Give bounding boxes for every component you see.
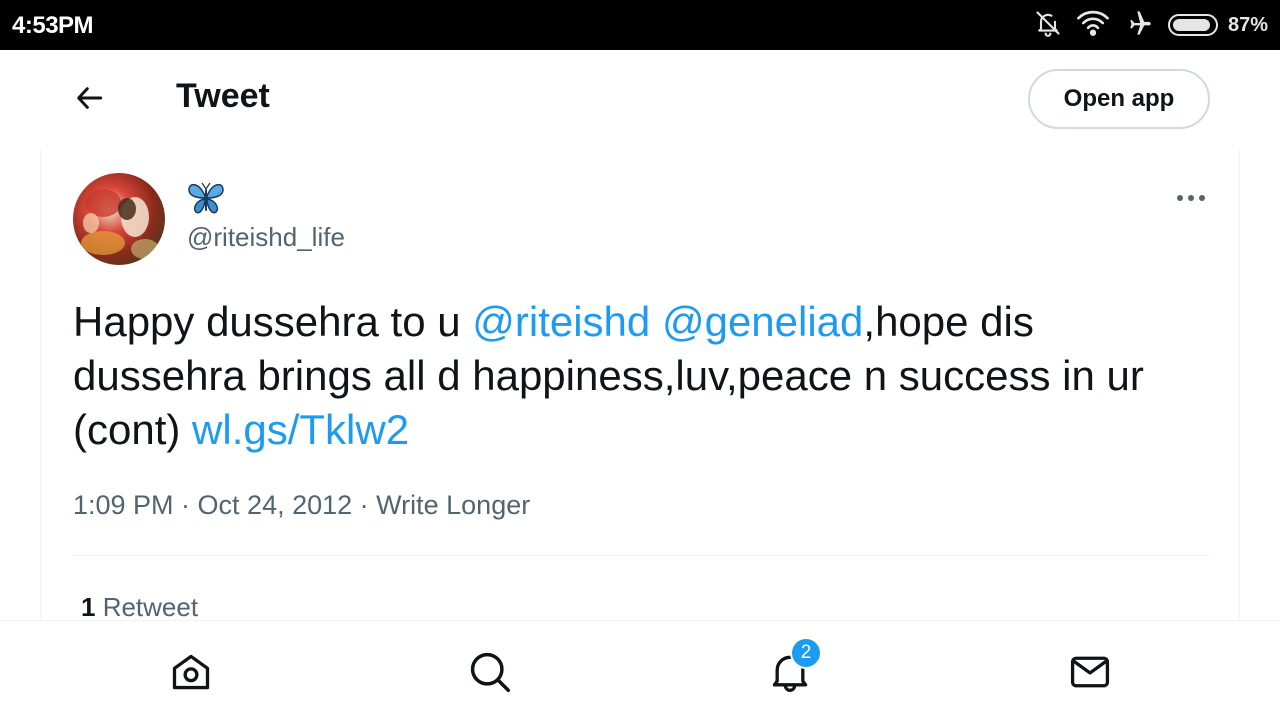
- more-options-button[interactable]: [1171, 184, 1211, 212]
- status-time: 4:53PM: [12, 12, 94, 39]
- battery-icon: [1167, 14, 1218, 36]
- user-handle[interactable]: @riteishd_life: [187, 222, 345, 253]
- notification-badge: 2: [790, 637, 822, 669]
- messages-icon: [1070, 656, 1110, 688]
- back-button[interactable]: [70, 78, 110, 118]
- more-horizontal-icon: [1177, 195, 1205, 201]
- bell-off-icon: [1034, 9, 1062, 42]
- home-icon: [172, 654, 210, 690]
- bottom-navigation: 2: [0, 620, 1280, 720]
- mention-link[interactable]: @geneliad: [662, 298, 863, 345]
- airplane-mode-icon: [1124, 9, 1154, 42]
- tweet-timestamp[interactable]: 1:09 PM · Oct 24, 2012 · Write Longer: [73, 490, 530, 521]
- nav-messages[interactable]: [1067, 649, 1113, 695]
- open-app-button[interactable]: Open app: [1028, 69, 1210, 129]
- battery-level-fill: [1172, 19, 1210, 31]
- retweet-number: 1: [81, 592, 96, 622]
- status-bar: 4:53PM 87%: [0, 0, 1280, 50]
- tweet-card: @riteishd_life Happy dussehra to u @rite…: [40, 150, 1240, 623]
- nav-search[interactable]: [467, 649, 513, 695]
- butterfly-emoji-icon: [187, 180, 227, 220]
- divider: [73, 555, 1209, 556]
- tweet-text: Happy dussehra to u @riteishd @geneliad,…: [73, 295, 1213, 457]
- arrow-left-icon: [77, 87, 103, 109]
- battery-percent: 87%: [1227, 13, 1268, 36]
- wifi-icon: [1076, 9, 1110, 42]
- retweet-count[interactable]: 1 Retweet: [81, 592, 198, 623]
- top-app-bar: Tweet Open app: [0, 50, 1280, 150]
- tweet-text-part: Happy dussehra to u: [73, 298, 473, 345]
- nav-home[interactable]: [168, 649, 214, 695]
- status-icons: 87%: [1034, 10, 1268, 40]
- retweet-label: Retweet: [95, 592, 199, 622]
- avatar[interactable]: [73, 173, 165, 265]
- mention-link[interactable]: @riteishd: [472, 298, 650, 345]
- url-link[interactable]: wl.gs/Tklw2: [192, 406, 409, 453]
- search-icon: [470, 652, 511, 693]
- tweet-text-space: [650, 298, 662, 345]
- page-title: Tweet: [176, 77, 270, 115]
